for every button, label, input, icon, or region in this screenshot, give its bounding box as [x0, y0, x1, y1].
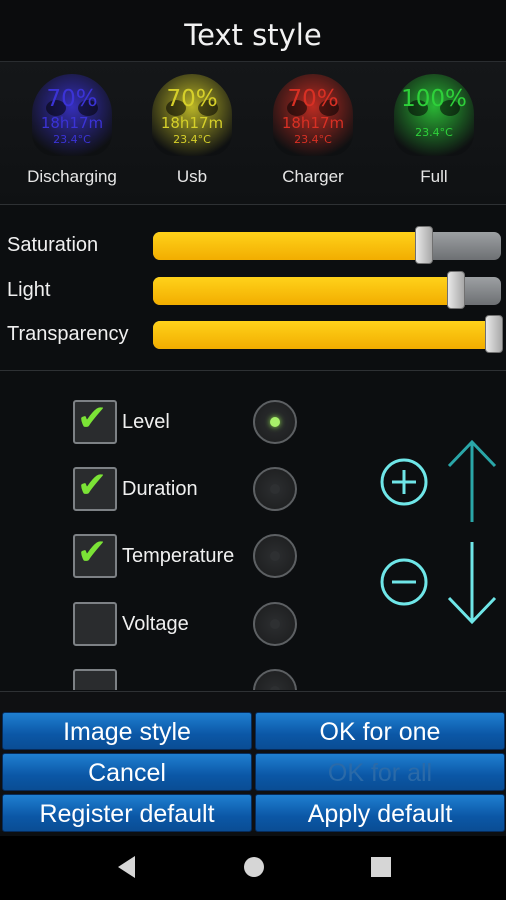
transparency-row: Transparency: [0, 315, 506, 357]
system-nav-bar: [0, 836, 506, 900]
arrow-down-icon[interactable]: [444, 540, 500, 626]
preview-temperature: 23.4°C: [415, 126, 453, 139]
voltage-radio[interactable]: [253, 602, 297, 646]
action-buttons: Image style OK for one Cancel OK for all…: [0, 691, 506, 832]
register-default-button[interactable]: Register default: [2, 794, 252, 832]
slider-fill: [153, 277, 456, 305]
image-style-button[interactable]: Image style: [2, 712, 252, 750]
home-icon[interactable]: [242, 854, 266, 880]
plus-circle-icon[interactable]: [378, 456, 430, 508]
option-temperature: ✔ Temperature: [73, 532, 333, 580]
level-radio[interactable]: [253, 400, 297, 444]
apply-default-button[interactable]: Apply default: [255, 794, 505, 832]
preview-level: 100%: [401, 86, 467, 112]
temperature-label: Temperature: [122, 545, 235, 567]
preview-level: 70%: [287, 86, 339, 112]
preview-label: Discharging: [27, 167, 117, 186]
duration-checkbox[interactable]: ✔: [73, 465, 117, 511]
ok-for-one-button[interactable]: OK for one: [255, 712, 505, 750]
level-label: Level: [122, 411, 170, 433]
checkmark-icon: ✔: [77, 398, 108, 439]
back-icon[interactable]: [115, 854, 139, 880]
preview-area: 70% 18h17m 23.4°C Discharging 70% 18h17m…: [0, 62, 506, 205]
temperature-checkbox[interactable]: ✔: [73, 532, 117, 578]
preview-duration: 18h17m: [281, 114, 345, 132]
radio-dot: [270, 619, 280, 629]
light-row: Light: [0, 271, 506, 313]
radio-dot: [270, 551, 280, 561]
preview-temperature: 23.4°C: [53, 133, 91, 146]
preview-label: Charger: [282, 167, 344, 186]
duration-label: Duration: [122, 478, 198, 500]
cancel-button[interactable]: Cancel: [2, 753, 252, 791]
saturation-label: Saturation: [7, 234, 99, 256]
title-bar: Text style: [0, 0, 506, 62]
transparency-thumb[interactable]: [485, 315, 504, 353]
option-level: ✔ Level: [73, 398, 333, 446]
preview-temperature: 23.4°C: [294, 133, 332, 146]
checkmark-icon: ✔: [77, 465, 108, 506]
ok-for-all-button[interactable]: OK for all: [255, 753, 505, 791]
temperature-radio[interactable]: [253, 534, 297, 578]
transparency-slider[interactable]: [153, 321, 501, 349]
slider-fill: [153, 321, 495, 349]
preview-duration: 18h17m: [40, 114, 104, 132]
options-panel: ✔ Level ✔ Duration ✔ Temperature Voltage: [0, 372, 506, 690]
partial-checkbox[interactable]: [73, 669, 117, 690]
arrow-up-icon[interactable]: [444, 438, 500, 524]
saturation-thumb[interactable]: [415, 226, 434, 264]
checkmark-icon: ✔: [77, 532, 108, 573]
light-label: Light: [7, 279, 51, 301]
option-duration: ✔ Duration: [73, 465, 333, 513]
preview-discharging[interactable]: 70% 18h17m 23.4°C Discharging: [12, 72, 122, 197]
saturation-slider[interactable]: [153, 232, 501, 260]
preview-level: 70%: [46, 86, 98, 112]
saturation-row: Saturation: [0, 226, 506, 268]
partial-radio[interactable]: [253, 669, 297, 690]
preview-charger[interactable]: 70% 18h17m 23.4°C Charger: [253, 72, 363, 197]
preview-usb[interactable]: 70% 18h17m 23.4°C Usb: [132, 72, 242, 197]
minus-circle-icon[interactable]: [378, 556, 430, 608]
page-title: Text style: [184, 18, 322, 52]
radio-dot: [270, 484, 280, 494]
preview-level: 70%: [166, 86, 218, 112]
level-checkbox[interactable]: ✔: [73, 398, 117, 444]
recents-icon[interactable]: [369, 854, 393, 880]
transparency-label: Transparency: [7, 323, 129, 345]
radio-dot: [270, 417, 280, 427]
preview-temperature: 23.4°C: [173, 133, 211, 146]
slider-panel: Saturation Light Transparency: [0, 206, 506, 371]
slider-fill: [153, 232, 425, 260]
preview-duration: 18h17m: [160, 114, 224, 132]
radio-dot: [270, 686, 280, 690]
preview-label: Usb: [176, 167, 208, 186]
option-partial: [73, 669, 333, 690]
light-thumb[interactable]: [446, 271, 465, 309]
duration-radio[interactable]: [253, 467, 297, 511]
voltage-label: Voltage: [122, 613, 189, 635]
preview-label: Full: [420, 167, 448, 186]
preview-full[interactable]: 100% 23.4°C Full: [374, 72, 484, 197]
voltage-checkbox[interactable]: [73, 602, 117, 646]
option-voltage: Voltage: [73, 602, 333, 648]
